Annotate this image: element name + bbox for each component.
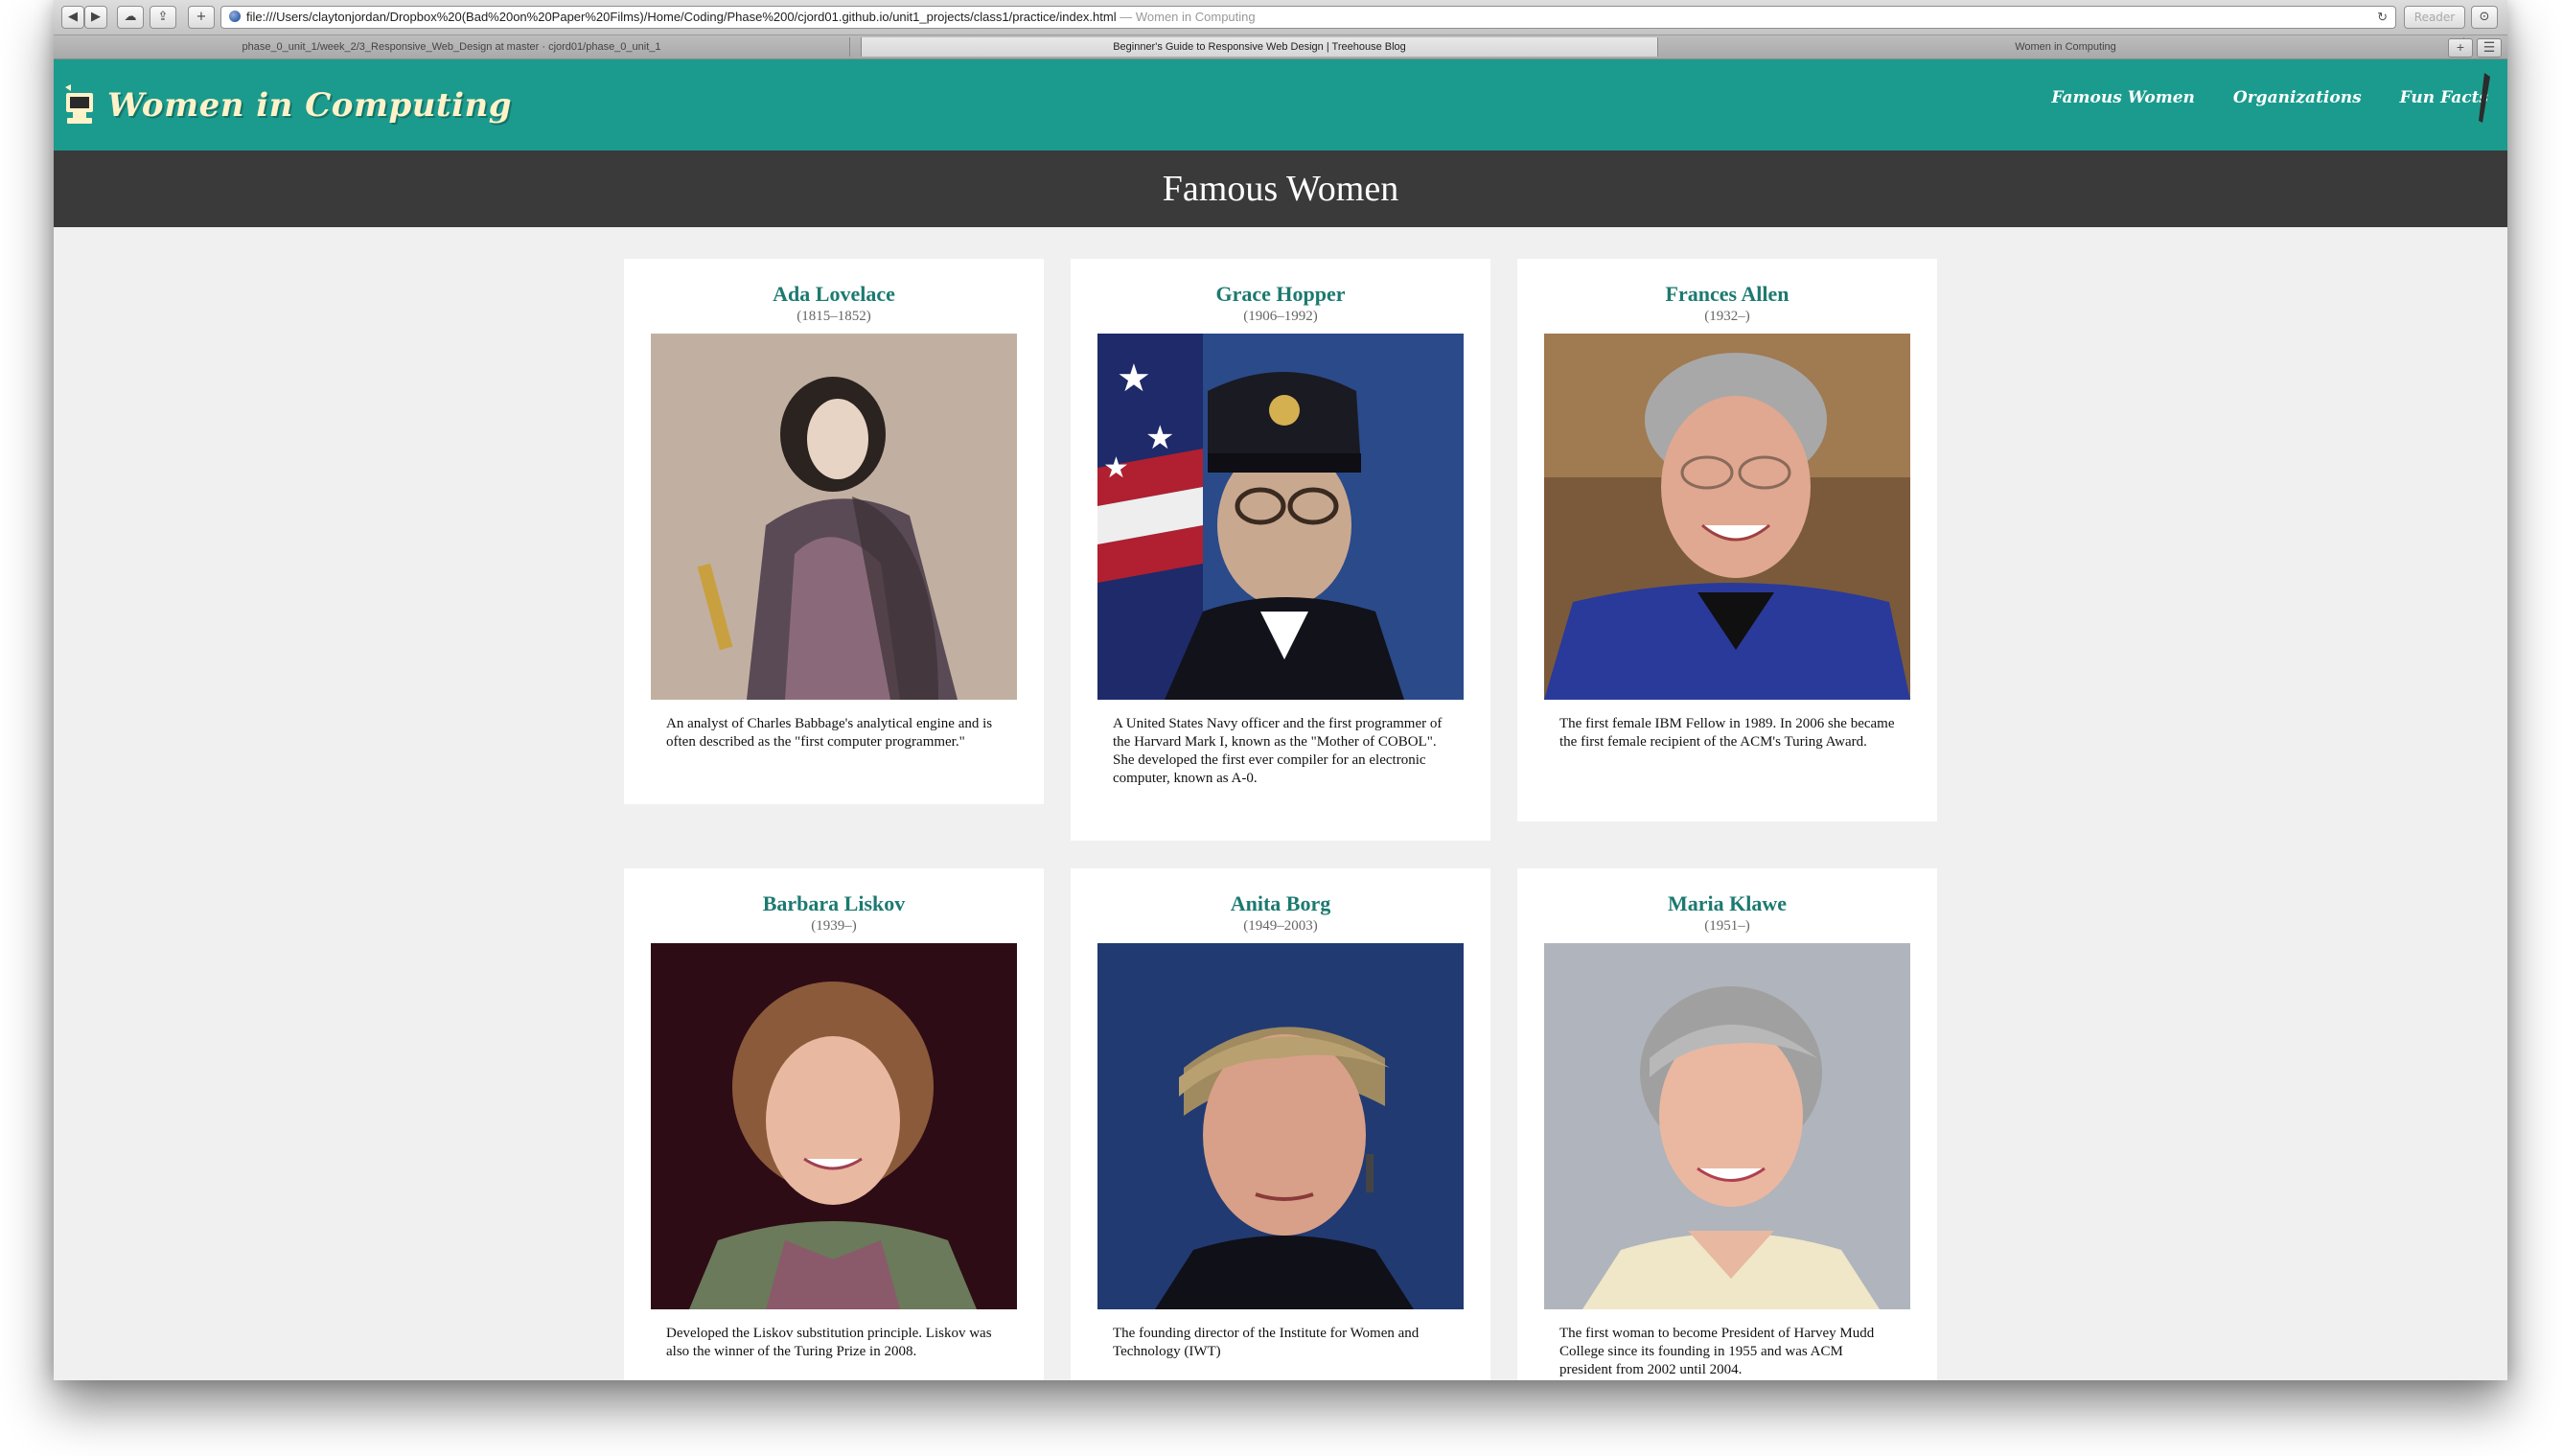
reload-icon[interactable]: ↻ [2377, 7, 2388, 28]
reader-button[interactable]: Reader [2404, 6, 2465, 29]
globe-icon [229, 11, 241, 22]
card-years: (1815–1852) [797, 309, 871, 324]
portrait-photo [1097, 943, 1464, 1309]
tab-women-in-computing[interactable]: Women in Computing [1668, 37, 2464, 57]
tab-github[interactable]: phase_0_unit_1/week_2/3_Responsive_Web_D… [54, 37, 850, 57]
card-name: Grace Hopper [1215, 282, 1346, 306]
hero-banner: Famous Women [54, 150, 2507, 227]
card-description: The founding director of the Institute f… [1113, 1326, 1420, 1359]
card-barbara-liskov: Barbara Liskov (1939–) Developed the Lis… [624, 868, 1044, 1380]
card-description: The first woman to become President of H… [1559, 1326, 1875, 1377]
forward-button[interactable]: ▶ [84, 6, 107, 29]
portrait-photo: ★ ★ ★ [1097, 334, 1464, 700]
card-name: Barbara Liskov [762, 891, 906, 915]
card-name: Ada Lovelace [773, 282, 895, 306]
card-description: Developed the Liskov substitution princi… [666, 1326, 992, 1359]
page-title: Famous Women [1162, 169, 1399, 209]
portrait-photo [1544, 943, 1910, 1309]
tab-bar: phase_0_unit_1/week_2/3_Responsive_Web_D… [54, 35, 2507, 59]
svg-text:★: ★ [1103, 452, 1129, 484]
card-grace-hopper: Grace Hopper (1906–1992) ★ ★ ★ A United … [1071, 259, 1490, 841]
main-nav: Famous Women Organizations Fun Facts [2013, 88, 2488, 107]
card-name: Frances Allen [1665, 282, 1789, 306]
card-description: A United States Navy officer and the fir… [1113, 716, 1443, 786]
address-page-title: — Women in Computing [1120, 10, 1256, 24]
nav-famous-women[interactable]: Famous Women [2051, 88, 2195, 107]
card-frances-allen: Frances Allen (1932–) The first female I… [1517, 259, 1937, 821]
card-ada-lovelace: Ada Lovelace (1815–1852) An analyst of C… [624, 259, 1044, 804]
icloud-tabs-icon[interactable]: ☁ [117, 6, 144, 29]
card-years: (1932–) [1704, 309, 1750, 324]
portrait-photo [1544, 334, 1910, 700]
svg-text:★: ★ [1145, 420, 1174, 456]
card-years: (1939–) [811, 918, 857, 934]
downloads-icon[interactable]: ⊙ [2471, 6, 2498, 29]
site-logo[interactable]: Women in Computing [63, 77, 512, 134]
card-anita-borg: Anita Borg (1949–2003) The founding dire… [1071, 868, 1490, 1380]
card-maria-klawe: Maria Klawe (1951–) The first woman to b… [1517, 868, 1937, 1380]
portrait-photo [651, 943, 1017, 1309]
decorative-pen-icon [2479, 73, 2490, 123]
portrait-photo [651, 334, 1017, 700]
nav-organizations[interactable]: Organizations [2233, 88, 2362, 107]
card-description: An analyst of Charles Babbage's analytic… [666, 716, 993, 750]
logo-text: Women in Computing [107, 86, 513, 125]
computer-logo-icon [65, 84, 93, 124]
browser-toolbar: ◀ ▶ ☁ ⇪ + file:///Users/claytonjordan/Dr… [54, 0, 2507, 35]
card-years: (1906–1992) [1243, 309, 1318, 324]
share-icon[interactable]: ⇪ [150, 6, 176, 29]
tab-treehouse[interactable]: Beginner's Guide to Responsive Web Desig… [861, 37, 1658, 57]
address-bar[interactable]: file:///Users/claytonjordan/Dropbox%20(B… [220, 6, 2396, 29]
new-tab-button[interactable]: + [2448, 38, 2473, 58]
back-button[interactable]: ◀ [61, 6, 84, 29]
address-url: file:///Users/claytonjordan/Dropbox%20(B… [246, 10, 1117, 24]
card-years: (1951–) [1704, 918, 1750, 934]
new-tab-plus-icon[interactable]: + [188, 6, 215, 29]
card-name: Maria Klawe [1667, 891, 1788, 915]
tab-overview-icon[interactable]: ☰ [2477, 38, 2502, 58]
card-name: Anita Borg [1230, 891, 1331, 915]
card-years: (1949–2003) [1243, 918, 1318, 934]
site-header: Women in Computing Famous Women Organiza… [54, 59, 2507, 150]
card-description: The first female IBM Fellow in 1989. In … [1559, 716, 1895, 750]
svg-text:★: ★ [1117, 358, 1151, 400]
browser-window: ◀ ▶ ☁ ⇪ + file:///Users/claytonjordan/Dr… [54, 0, 2507, 1380]
